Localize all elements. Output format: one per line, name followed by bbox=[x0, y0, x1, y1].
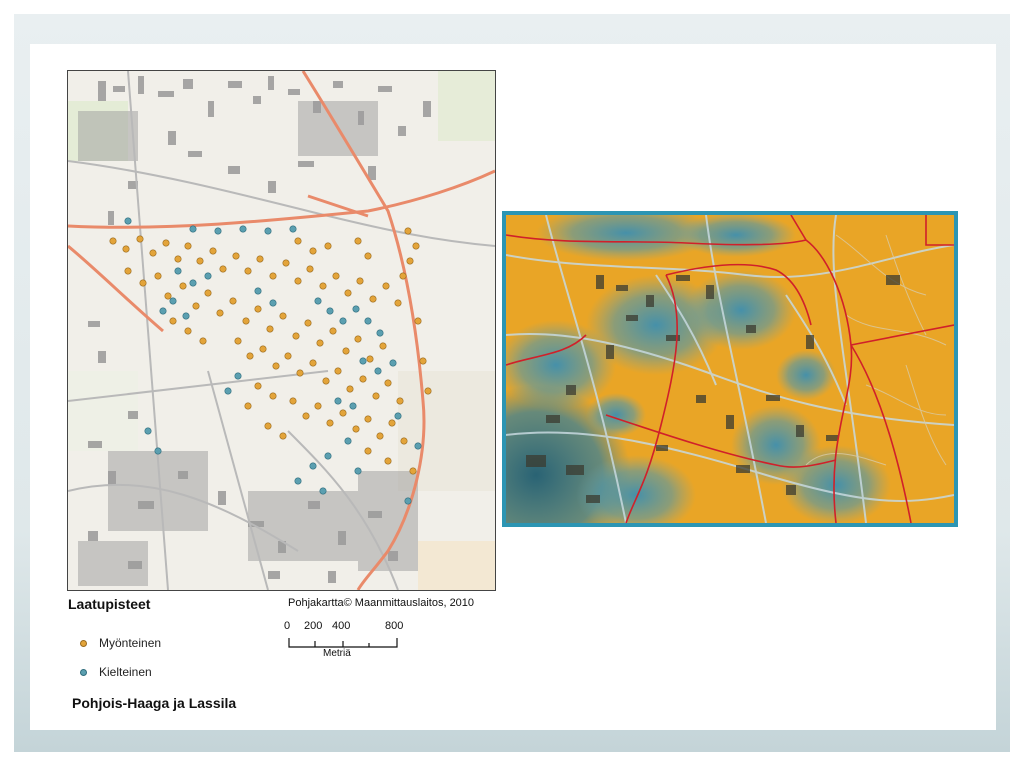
area-name: Pohjois-Haaga ja Lassila bbox=[72, 695, 237, 711]
scale-unit: Metriä bbox=[323, 648, 351, 659]
interpolation-surface-map-svg bbox=[506, 215, 954, 523]
legend-title: Laatupisteet bbox=[68, 596, 151, 612]
positive-dot-icon bbox=[80, 639, 87, 647]
scale-tick-0: 0 bbox=[284, 620, 291, 632]
quality-points-map[interactable] bbox=[67, 70, 496, 591]
quality-points-map-svg bbox=[68, 71, 495, 590]
legend-item-positive: Myönteinen bbox=[80, 636, 161, 650]
scale-line bbox=[288, 638, 398, 648]
legend-label-positive: Myönteinen bbox=[99, 636, 162, 650]
scale-tick-400: 400 bbox=[332, 620, 351, 632]
negative-dot-icon bbox=[80, 668, 87, 676]
legend-item-negative: Kielteinen bbox=[80, 665, 152, 679]
scale-tick-200: 200 bbox=[304, 620, 323, 632]
scale-bar: 0 200 400 800 Metriä bbox=[282, 620, 412, 666]
interpolation-surface-map[interactable] bbox=[502, 211, 958, 527]
scale-tick-800: 800 bbox=[385, 620, 404, 632]
map-credit: Pohjakartta© Maanmittauslaitos, 2010 bbox=[288, 597, 475, 609]
legend-label-negative: Kielteinen bbox=[99, 665, 152, 679]
